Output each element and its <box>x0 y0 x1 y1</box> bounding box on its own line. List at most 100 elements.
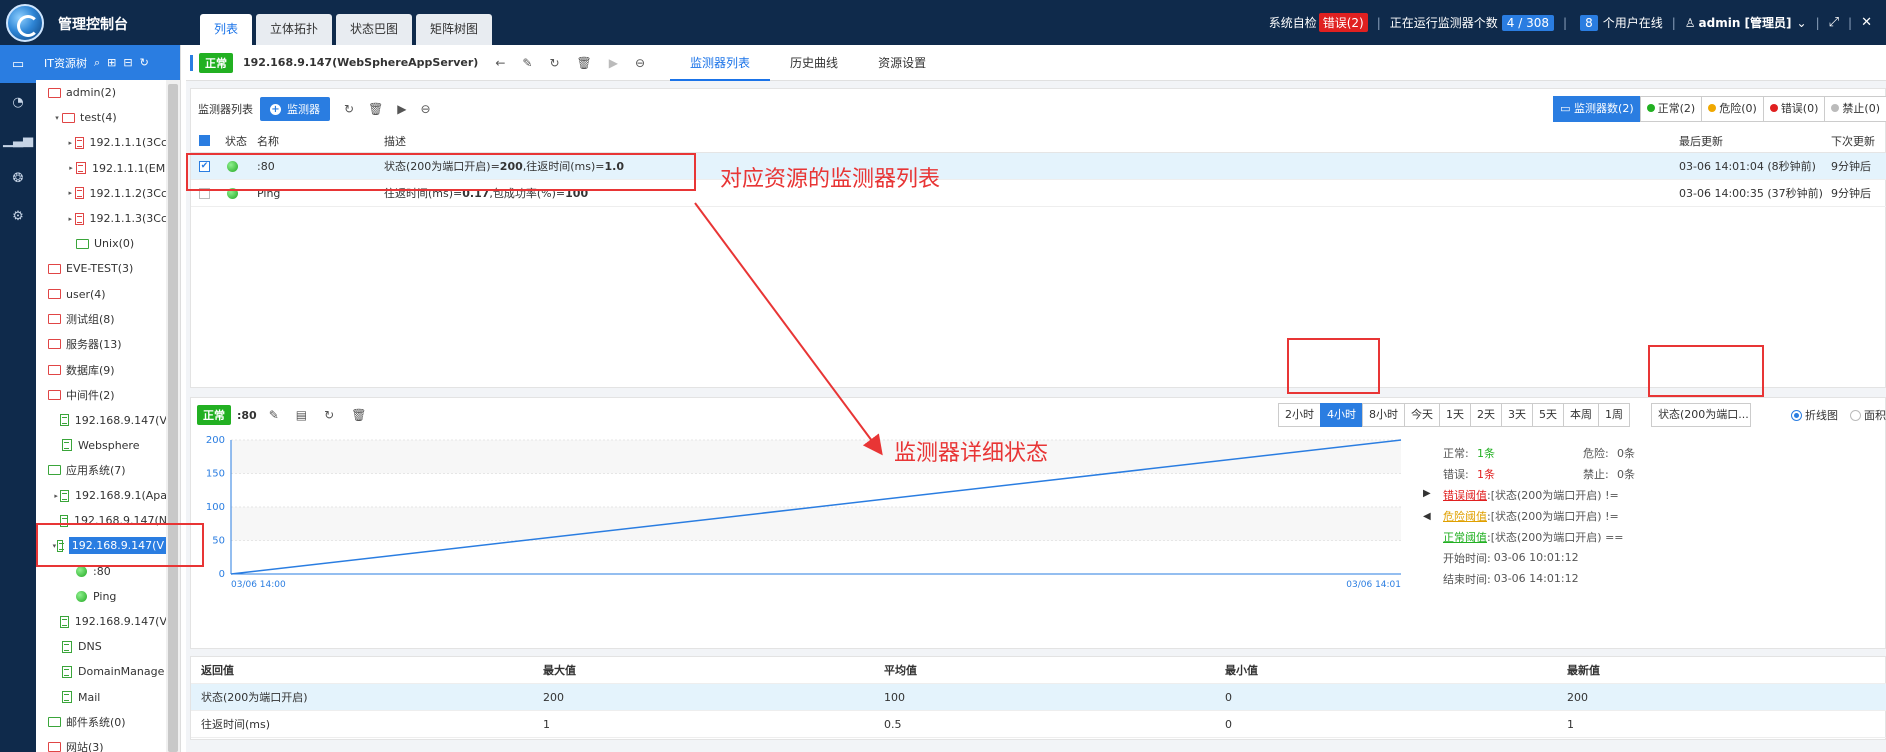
tree-node[interactable]: Websphere <box>36 433 167 458</box>
stop-icon[interactable]: ⊖ <box>635 56 645 70</box>
range-tab[interactable]: 8小时 <box>1362 403 1405 427</box>
play-icon[interactable]: ▶ <box>397 102 406 116</box>
col-last-update[interactable]: 最后更新 <box>1679 129 1723 152</box>
tree-node[interactable]: ▸ 192.1.1.1(3Cc <box>36 130 167 155</box>
edit-icon[interactable]: ✎ <box>522 56 532 70</box>
col-name[interactable]: 名称 <box>257 129 279 152</box>
tab-3d-topology[interactable]: 立体拓扑 <box>256 14 333 45</box>
table-row[interactable]: 往返时间(ms) 1 0.5 0 1 <box>191 711 1886 738</box>
caret-left-icon[interactable]: ◀ <box>1423 511 1431 522</box>
tab-status-bar[interactable]: 状态巴图 <box>336 14 413 45</box>
filter-normal[interactable]: 正常(2) <box>1639 96 1703 122</box>
tree-node[interactable]: ▸ 192.1.1.2(3Cc <box>36 181 167 206</box>
tree-node[interactable]: user(4) <box>36 282 167 307</box>
area-chart-radio[interactable] <box>1850 409 1861 421</box>
delete-icon[interactable]: 🗑 <box>577 56 592 70</box>
add-monitor-button[interactable]: + 监测器 <box>260 97 330 121</box>
range-tab[interactable]: 5天 <box>1532 403 1564 427</box>
caret-right-icon[interactable]: ▸ <box>66 215 75 223</box>
tree-node[interactable]: 数据库(9) <box>36 357 167 382</box>
refresh-icon[interactable]: ↻ <box>324 408 334 422</box>
close-icon[interactable]: ✕ <box>1861 15 1872 30</box>
caret-right-icon[interactable]: ▸ <box>66 189 75 197</box>
range-tab[interactable]: 4小时 <box>1320 403 1363 427</box>
tree-node[interactable]: 测试组(8) <box>36 307 167 332</box>
filter-error[interactable]: 错误(0) <box>1762 96 1826 122</box>
normal-threshold-link[interactable]: 正常阈值 <box>1443 529 1487 545</box>
chart-icon[interactable]: ▁▃▅ <box>0 121 36 159</box>
caret-down-icon[interactable]: ▾ <box>52 114 62 122</box>
online-count-badge[interactable]: 8 <box>1580 14 1598 31</box>
filter-danger[interactable]: 危险(0) <box>1701 96 1764 122</box>
tab-treemap[interactable]: 矩阵树图 <box>416 14 493 45</box>
tree-node[interactable]: 网站(3) <box>36 735 167 752</box>
play-icon[interactable]: ▶ <box>609 56 618 70</box>
tree-node[interactable]: Mail <box>36 685 167 710</box>
tab-resource-settings[interactable]: 资源设置 <box>858 45 946 81</box>
collapse-all-icon[interactable]: ⊟ <box>123 56 132 69</box>
col-next-update[interactable]: 下次更新 <box>1831 129 1875 152</box>
range-tab[interactable]: 1天 <box>1439 403 1471 427</box>
refresh-icon[interactable]: ↻ <box>344 102 354 116</box>
tree-node[interactable]: EVE-TEST(3) <box>36 256 167 281</box>
caret-right-icon[interactable]: ▸ <box>66 139 75 147</box>
bell-icon[interactable]: ◔ <box>0 83 36 121</box>
stop-icon[interactable]: ⊖ <box>421 102 431 116</box>
chevron-down-icon[interactable]: ⌄ <box>1797 16 1807 30</box>
tree-node[interactable]: 应用系统(7) <box>36 458 167 483</box>
users-icon[interactable]: ❂ <box>0 159 36 197</box>
tree-node[interactable]: ▸ 192.1.1.3(3Cc <box>36 206 167 231</box>
list-icon[interactable]: ▤ <box>296 408 307 422</box>
tree-node[interactable]: ▸ 192.168.9.1(Apa <box>36 483 167 508</box>
filter-forbidden[interactable]: 禁止(0) <box>1824 96 1886 122</box>
tree-node[interactable]: ▾ test(4) <box>36 105 167 130</box>
range-tab[interactable]: 2小时 <box>1278 403 1321 427</box>
tree-node[interactable]: DNS <box>36 634 167 659</box>
tree-node[interactable]: 服务器(13) <box>36 332 167 357</box>
refresh-icon[interactable]: ↻ <box>140 56 149 69</box>
tree-node[interactable]: 192.168.9.147(V <box>36 609 167 634</box>
table-row[interactable]: 状态(200为端口开启) 200 100 0 200 <box>191 684 1886 711</box>
tree-node[interactable]: ▸ 192.1.1.1(EM <box>36 156 167 181</box>
metric-select[interactable]: 状态(200为端口... <box>1651 403 1751 427</box>
range-tab[interactable]: 今天 <box>1404 403 1440 427</box>
edit-icon[interactable]: ✎ <box>269 408 279 422</box>
tree-node[interactable]: Unix(0) <box>36 231 167 256</box>
range-tab[interactable]: 1周 <box>1598 403 1630 427</box>
delete-icon[interactable]: 🗑 <box>351 408 366 422</box>
range-tab[interactable]: 2天 <box>1470 403 1502 427</box>
col-status[interactable]: 状态 <box>225 129 247 152</box>
tree-node[interactable]: 192.168.9.147(V <box>36 407 167 432</box>
gear-icon[interactable]: ⚙ <box>0 197 36 235</box>
tree-node[interactable]: 邮件系统(0) <box>36 710 167 735</box>
col-desc[interactable]: 描述 <box>384 129 406 152</box>
tab-list[interactable]: 列表 <box>200 14 253 45</box>
range-tab[interactable]: 本周 <box>1563 403 1599 427</box>
line-chart-radio[interactable] <box>1791 409 1802 421</box>
user-menu[interactable]: admin [管理员] <box>1699 14 1792 31</box>
tree-node[interactable]: DomainManage <box>36 659 167 684</box>
caret-right-icon[interactable]: ▸ <box>52 492 60 500</box>
tree-node[interactable]: Ping <box>36 584 167 609</box>
delete-icon[interactable]: 🗑 <box>368 102 383 116</box>
back-icon[interactable]: ← <box>495 56 505 70</box>
caret-right-icon[interactable]: ▶ <box>1423 488 1431 499</box>
danger-threshold-link[interactable]: 危险阈值 <box>1443 508 1487 524</box>
error-threshold-link[interactable]: 错误阈值 <box>1443 487 1487 503</box>
select-all-checkbox[interactable] <box>199 135 210 146</box>
fullscreen-icon[interactable]: ⤢ <box>1829 15 1839 30</box>
search-icon[interactable]: ⌕ <box>94 56 100 70</box>
tab-history-curve[interactable]: 历史曲线 <box>770 45 858 81</box>
range-tab[interactable]: 3天 <box>1501 403 1533 427</box>
filter-all[interactable]: ▭ 监测器数(2) <box>1553 96 1641 122</box>
self-check-badge[interactable]: 错误(2) <box>1318 13 1368 32</box>
tree-scrollbar[interactable] <box>166 80 180 752</box>
running-count-badge[interactable]: 4 / 308 <box>1501 14 1555 31</box>
expand-all-icon[interactable]: ⊞ <box>107 56 116 69</box>
monitor-icon[interactable]: ▭ <box>0 45 36 83</box>
caret-right-icon[interactable]: ▸ <box>66 164 76 172</box>
tree-node[interactable]: admin(2) <box>36 80 167 105</box>
tree-node[interactable]: 中间件(2) <box>36 382 167 407</box>
refresh-icon[interactable]: ↻ <box>549 56 559 70</box>
tab-monitor-list[interactable]: 监测器列表 <box>670 45 771 81</box>
